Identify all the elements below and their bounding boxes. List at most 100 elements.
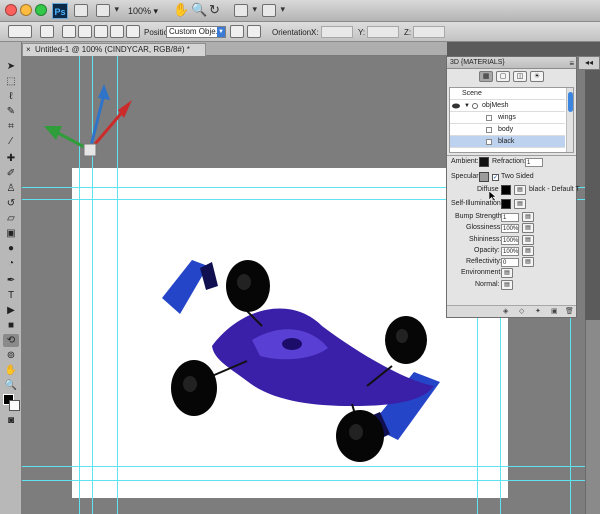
move-to-view-icon[interactable]: ▣	[551, 307, 558, 315]
eraser-tool-icon[interactable]: ▱	[3, 212, 19, 225]
render-settings-icon[interactable]: ◈	[503, 307, 508, 315]
eyedropper-tool-icon[interactable]: ⁄	[3, 135, 19, 148]
scrollbar-thumb[interactable]	[568, 92, 573, 112]
quick-select-tool-icon[interactable]: ✎	[3, 105, 19, 118]
screen-mode-icon[interactable]	[262, 4, 285, 17]
3d-rotate-icon[interactable]	[62, 25, 76, 38]
mesh-row[interactable]: ▼ objMesh	[450, 100, 565, 112]
3d-rotate-tool-preset-icon[interactable]	[8, 25, 32, 38]
specular-color-swatch[interactable]	[479, 172, 489, 182]
self-illumination-color-swatch[interactable]	[501, 199, 511, 209]
y-axis-arrow[interactable]	[98, 84, 110, 100]
opacity-input[interactable]: 100%	[501, 247, 519, 256]
collapse-panels-icon[interactable]: ◂◂	[578, 56, 600, 70]
minimize-window-button[interactable]	[20, 4, 32, 16]
bump-strength-input[interactable]: 1	[501, 213, 519, 222]
refraction-input[interactable]: 1	[525, 158, 543, 167]
view-extras-icon[interactable]	[96, 4, 119, 17]
material-row[interactable]: body	[450, 124, 565, 136]
vertical-scrollbar[interactable]	[585, 320, 600, 514]
axis-center-cube[interactable]	[83, 143, 97, 157]
delete-position-icon[interactable]	[247, 25, 261, 38]
3d-camera-tool-icon[interactable]: ⊚	[3, 349, 19, 362]
zoom-level-dropdown[interactable]: 100%	[128, 6, 158, 17]
close-icon[interactable]: ×	[26, 44, 31, 56]
gradient-tool-icon[interactable]: ▣	[3, 227, 19, 240]
scene-list-scrollbar[interactable]	[566, 88, 573, 152]
diffuse-color-swatch[interactable]	[501, 185, 511, 195]
diffuse-texture-menu-icon[interactable]: ▤	[514, 185, 526, 195]
orientation-y-input[interactable]	[367, 26, 399, 38]
3d-object-tool-icon[interactable]: ⟲	[3, 334, 19, 347]
arrange-documents-icon[interactable]	[234, 4, 257, 17]
filter-whole-scene-icon[interactable]: ▦	[479, 71, 493, 82]
crop-tool-icon[interactable]: ⌗	[3, 120, 19, 133]
filter-lights-icon[interactable]: ☀	[530, 71, 544, 82]
material-icon	[486, 115, 492, 121]
panel-divider[interactable]	[447, 155, 576, 156]
zoom-window-button[interactable]	[35, 4, 47, 16]
zoom-tool-icon[interactable]: 🔍	[3, 379, 19, 392]
orientation-z-input[interactable]	[413, 26, 445, 38]
rotate-view-icon[interactable]: ↻	[209, 3, 220, 17]
brush-tool-icon[interactable]: ✐	[3, 167, 19, 180]
document-tab[interactable]: × Untitled-1 @ 100% (CINDYCAR, RGB/8#) *	[22, 43, 206, 56]
type-tool-icon[interactable]: T	[3, 289, 19, 302]
background-color-swatch[interactable]	[9, 400, 20, 411]
shininess-texture-menu-icon[interactable]: ▤	[522, 235, 534, 245]
ambient-color-swatch[interactable]	[479, 157, 489, 167]
quick-mask-icon[interactable]: ◙	[3, 414, 19, 427]
toggle-ground-plane-icon[interactable]: ◇	[519, 307, 524, 315]
path-selection-tool-icon[interactable]: ▶	[3, 304, 19, 317]
glossiness-input[interactable]: 100%	[501, 224, 519, 233]
return-to-initial-position-icon[interactable]	[40, 25, 54, 38]
reflectivity-texture-menu-icon[interactable]: ▤	[522, 257, 534, 267]
material-row-selected[interactable]: black	[450, 136, 565, 148]
zoom-tool-icon[interactable]: 🔍	[191, 3, 207, 17]
position-select[interactable]: Custom Obje... ▼	[166, 26, 226, 38]
bridge-icon[interactable]	[74, 4, 88, 17]
close-window-button[interactable]	[5, 4, 17, 16]
expand-triangle-icon[interactable]: ▼	[464, 100, 470, 112]
panel-menu-icon[interactable]: ≡	[569, 58, 574, 70]
visibility-eye-icon[interactable]	[452, 103, 460, 109]
lasso-tool-icon[interactable]: ℓ	[3, 90, 19, 103]
orientation-x-input[interactable]	[321, 26, 353, 38]
3d-slide-icon[interactable]	[110, 25, 124, 38]
marquee-tool-icon[interactable]: ⬚	[3, 75, 19, 88]
normal-texture-menu-icon[interactable]: ▤	[501, 280, 513, 290]
material-row[interactable]: wings	[450, 112, 565, 124]
filter-meshes-icon[interactable]: ▢	[496, 71, 510, 82]
healing-brush-tool-icon[interactable]: ✚	[3, 152, 19, 165]
dodge-tool-icon[interactable]: ◔	[3, 257, 19, 270]
scene-filter-bar: ▦ ▢ ◫ ☀	[479, 71, 549, 83]
3d-pan-icon[interactable]	[94, 25, 108, 38]
tools-panel: ➤ ⬚ ℓ ✎ ⌗ ⁄ ✚ ✐ ♙ ↺ ▱ ▣ ● ◔ ✒ T ▶ ■ ⟲ ⊚ …	[0, 42, 22, 514]
shape-tool-icon[interactable]: ■	[3, 319, 19, 332]
3d-axis-widget[interactable]	[40, 84, 136, 166]
environment-texture-menu-icon[interactable]: ▤	[501, 268, 513, 278]
save-position-icon[interactable]	[230, 25, 244, 38]
3d-scale-icon[interactable]	[126, 25, 140, 38]
hand-tool-icon[interactable]: ✋	[173, 3, 189, 17]
bump-texture-menu-icon[interactable]: ▤	[522, 212, 534, 222]
filter-materials-icon[interactable]: ◫	[513, 71, 527, 82]
shininess-input[interactable]: 100%	[501, 236, 519, 245]
3d-car-model[interactable]	[152, 256, 452, 486]
scene-row[interactable]: Scene	[450, 88, 565, 100]
blur-tool-icon[interactable]: ●	[3, 242, 19, 255]
new-light-icon[interactable]: ✦	[535, 307, 541, 315]
two-sided-checkbox[interactable]: ✓	[492, 174, 499, 181]
opacity-texture-menu-icon[interactable]: ▤	[522, 246, 534, 256]
move-tool-icon[interactable]: ➤	[3, 60, 19, 73]
hand-tool-icon[interactable]: ✋	[3, 364, 19, 377]
pen-tool-icon[interactable]: ✒	[3, 274, 19, 287]
glossiness-texture-menu-icon[interactable]: ▤	[522, 223, 534, 233]
clone-stamp-tool-icon[interactable]: ♙	[3, 182, 19, 195]
3d-roll-icon[interactable]	[78, 25, 92, 38]
self-illumination-texture-menu-icon[interactable]: ▤	[514, 199, 526, 209]
panel-tab[interactable]: 3D {MATERIALS} ≡	[447, 57, 576, 69]
reflectivity-input[interactable]: 0	[501, 258, 519, 267]
delete-icon[interactable]: 🗑	[565, 307, 574, 315]
history-brush-tool-icon[interactable]: ↺	[3, 197, 19, 210]
